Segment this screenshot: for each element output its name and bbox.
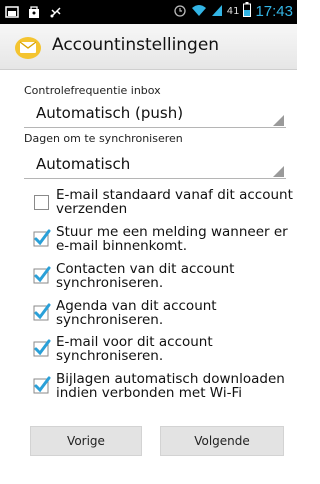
clock: 17:43 [255, 3, 293, 20]
email-app-icon [14, 33, 42, 61]
option-label-line2: e-mail binnenkomt. [56, 238, 188, 254]
checkmark-icon[interactable] [33, 303, 51, 321]
inbox-frequency-spinner[interactable]: Automatisch (push) [24, 101, 286, 128]
signal-icon [211, 3, 223, 21]
checkmark-icon[interactable] [33, 339, 51, 357]
sync-days-spinner[interactable]: Automatisch [24, 152, 286, 179]
shopping-bag-icon [27, 4, 41, 23]
usb-icon [49, 4, 63, 23]
wifi-icon [191, 3, 207, 21]
next-button[interactable]: Volgende [160, 426, 284, 456]
option-label: Bijlagen automatisch downloaden indien v… [56, 372, 296, 400]
option-notify-new-email[interactable]: Stuur me een melding wanneer er e-mail b… [30, 225, 292, 257]
option-default-account[interactable]: E-mail standaard vanaf dit account verze… [30, 188, 293, 220]
page-title: Accountinstellingen [52, 35, 220, 55]
checkbox-default-account[interactable] [34, 195, 49, 210]
alarm-icon [173, 3, 187, 21]
option-label-line2: synchroniseren. [56, 348, 164, 364]
option-label: E-mail standaard vanaf dit account verze… [56, 188, 296, 216]
option-label: Stuur me een melding wanneer er e-mail b… [56, 225, 296, 253]
option-label: Agenda van dit account synchroniseren. [56, 299, 296, 327]
option-label-line2: synchroniseren. [56, 312, 164, 328]
battery-percentage: 41 [226, 6, 240, 17]
option-label-line2: indien verbonden met Wi-Fi [56, 385, 242, 401]
status-bar-notifications [5, 4, 63, 23]
status-bar: 41 17:43 [0, 0, 297, 24]
inbox-frequency-value: Automatisch (push) [36, 104, 184, 122]
checkmark-icon[interactable] [33, 229, 51, 247]
previous-button[interactable]: Vorige [30, 426, 142, 456]
screenshot-icon [5, 4, 19, 23]
dropdown-corner-icon [273, 166, 284, 177]
checkmark-icon[interactable] [33, 376, 51, 394]
option-sync-contacts[interactable]: Contacten van dit account synchroniseren… [30, 262, 292, 294]
option-sync-calendar[interactable]: Agenda van dit account synchroniseren. [30, 299, 292, 331]
option-label-line2: synchroniseren. [56, 275, 164, 291]
checkmark-icon[interactable] [33, 266, 51, 284]
battery-icon [243, 2, 252, 21]
option-label: E-mail voor dit account synchroniseren. [56, 335, 296, 363]
dropdown-corner-icon [273, 115, 284, 126]
option-sync-email[interactable]: E-mail voor dit account synchroniseren. [30, 335, 292, 367]
option-label-line2: verzenden [56, 201, 128, 217]
sync-days-label: Dagen om te synchroniseren [24, 132, 183, 145]
sync-days-value: Automatisch [36, 155, 131, 173]
option-auto-download-attachments[interactable]: Bijlagen automatisch downloaden indien v… [30, 372, 292, 404]
action-bar: Accountinstellingen [0, 24, 297, 70]
status-bar-system: 41 17:43 [173, 2, 293, 21]
inbox-frequency-label: Controlefrequentie inbox [24, 84, 161, 97]
option-label: Contacten van dit account synchroniseren… [56, 262, 296, 290]
